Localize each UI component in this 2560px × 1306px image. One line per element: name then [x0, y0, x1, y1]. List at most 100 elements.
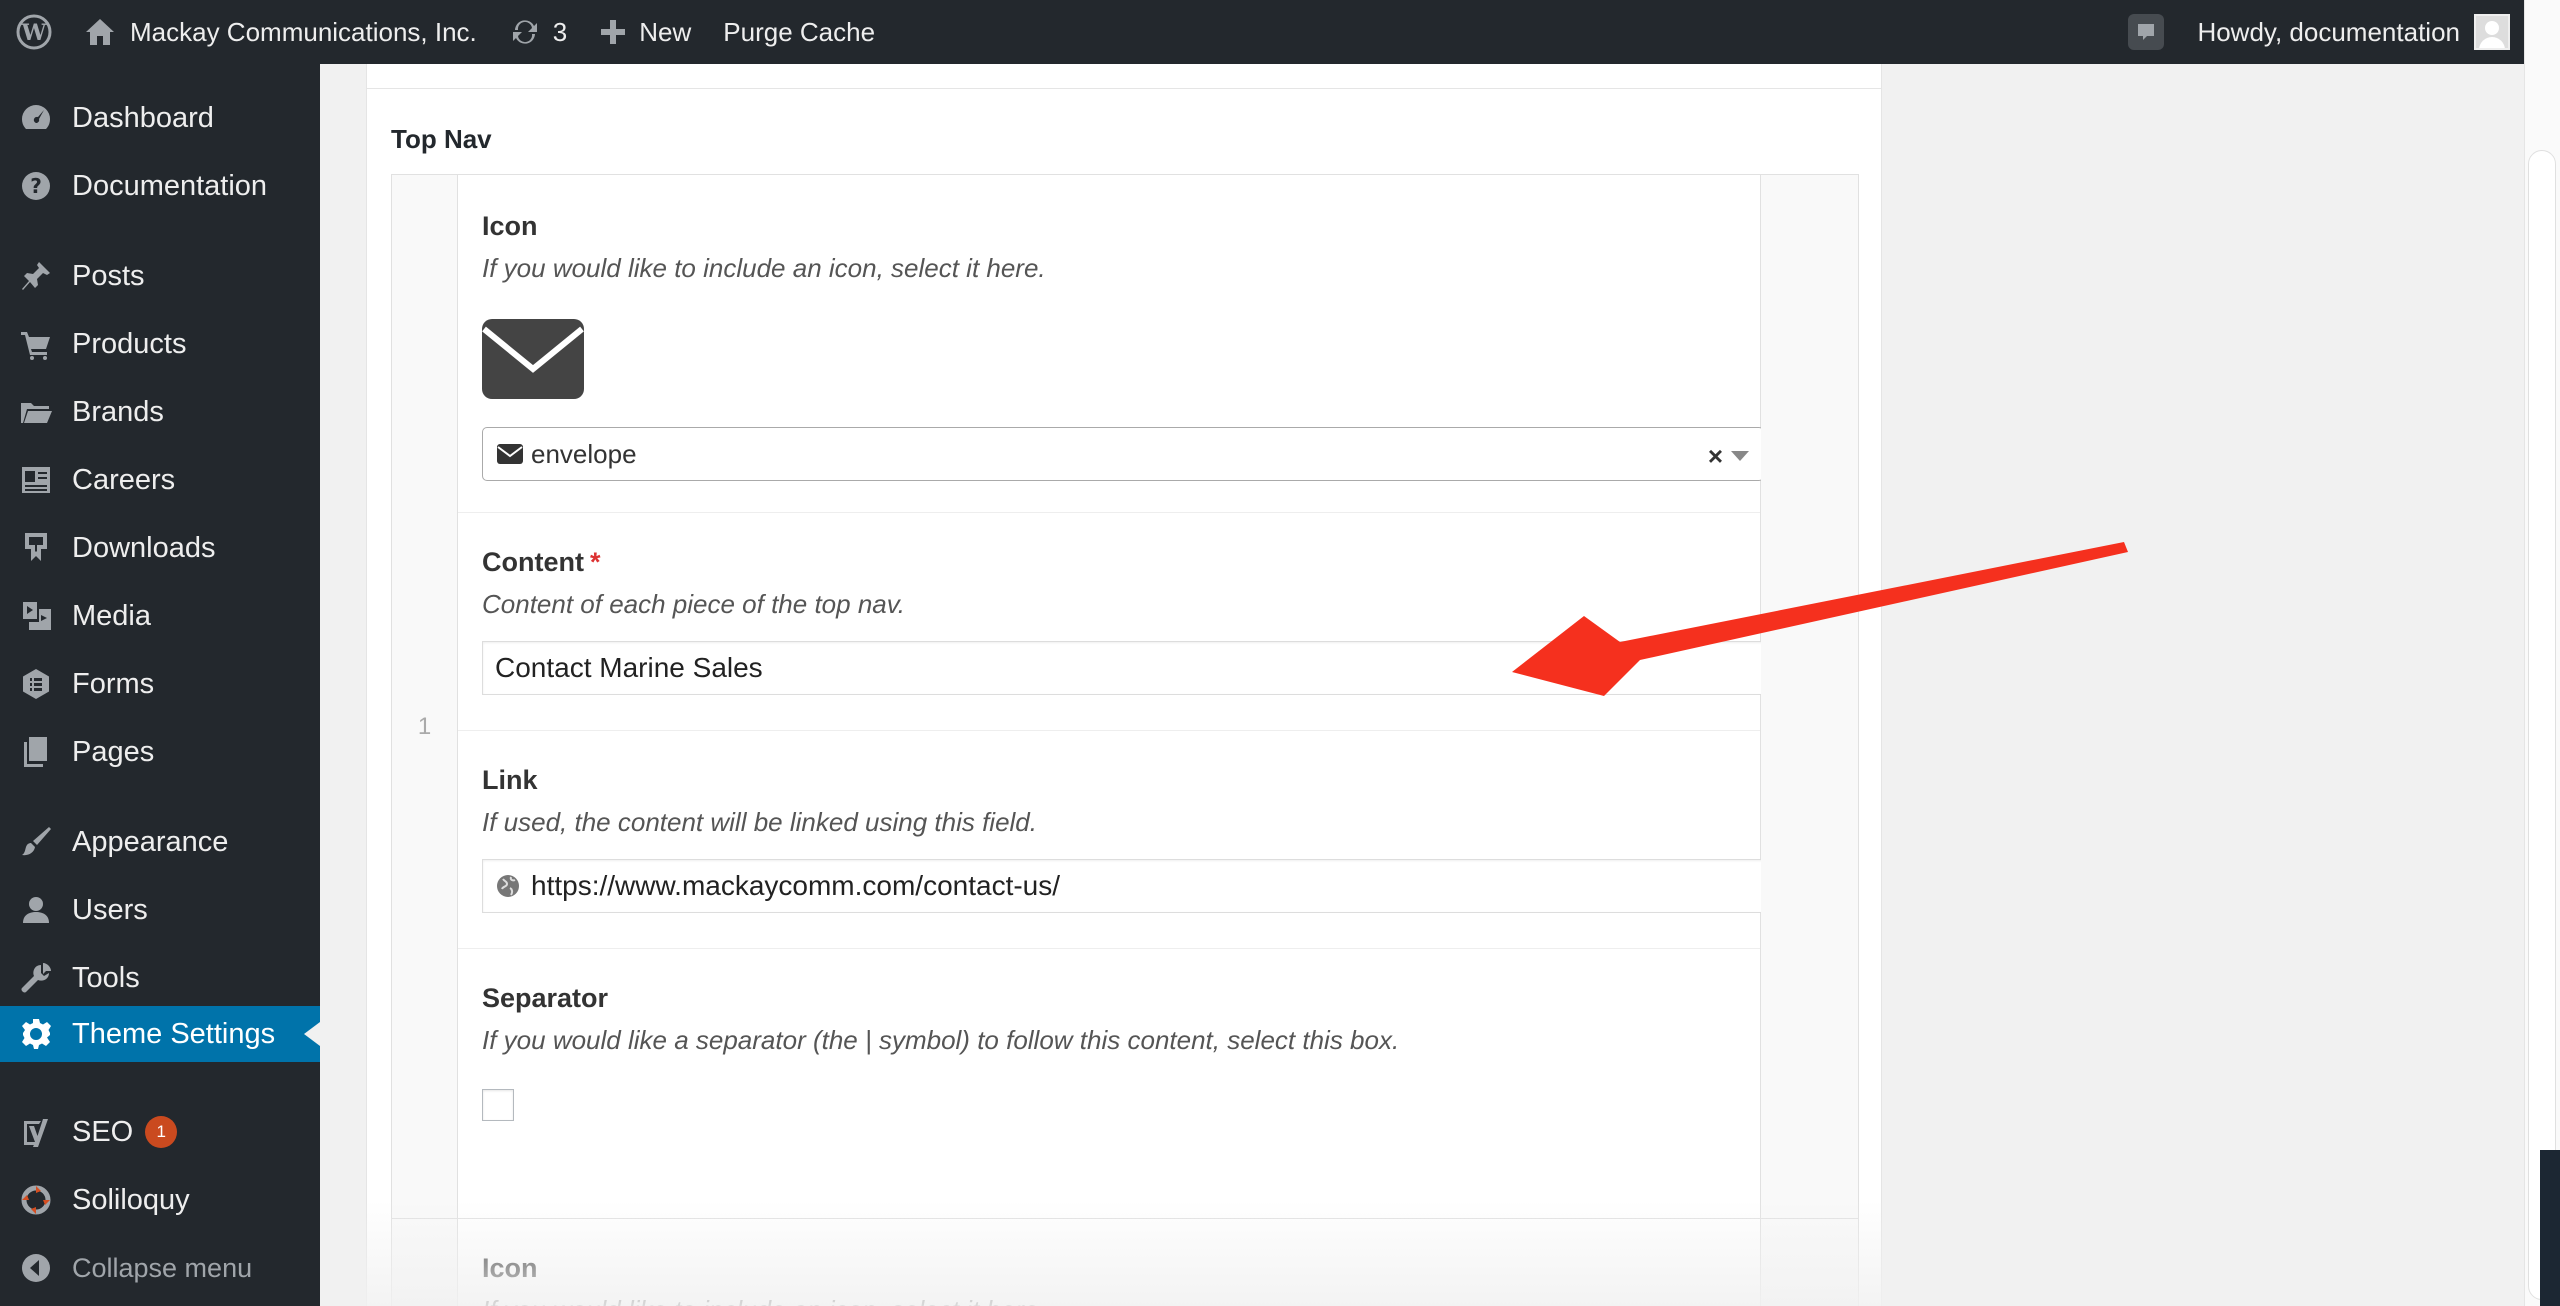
sidebar-item-forms[interactable]: Forms [0, 656, 320, 712]
sidebar-item-label: Careers [72, 463, 176, 496]
collapse-menu-button[interactable]: Collapse menu [0, 1240, 320, 1296]
theme-settings-panel: Top Nav 1 Icon If you would like to incl… [366, 64, 1882, 1306]
purge-cache-label: Purge Cache [723, 16, 876, 47]
purge-cache-link[interactable]: Purge Cache [707, 0, 891, 64]
separator-field-label: Separator [482, 983, 609, 1013]
row-number[interactable]: 1 [392, 713, 457, 741]
sidebar-item-documentation[interactable]: ? Documentation [0, 158, 320, 214]
divider [367, 88, 1881, 89]
sidebar-item-label: Posts [72, 259, 145, 292]
icon-field-label: Icon [482, 1253, 538, 1283]
soliloquy-icon [0, 1172, 72, 1228]
row-actions [1761, 1219, 1858, 1306]
content-input[interactable]: Contact Marine Sales [482, 641, 1764, 695]
new-content-link[interactable]: New [583, 0, 707, 64]
admin-sidebar: Dashboard ? Documentation Posts Products… [0, 64, 320, 1306]
row-actions [1761, 175, 1858, 1218]
icon-field-description: If you would like to include an icon, se… [482, 1295, 1046, 1306]
sidebar-item-products[interactable]: Products [0, 316, 320, 372]
content-input-value: Contact Marine Sales [495, 652, 763, 683]
download-icon [0, 520, 72, 576]
folder-icon [0, 384, 72, 440]
icon-field: Icon If you would like to include an ico… [458, 175, 1764, 513]
sidebar-item-label: Appearance [72, 825, 229, 858]
separator-checkbox[interactable] [482, 1089, 514, 1121]
icon-select[interactable]: envelope × [482, 427, 1764, 481]
repeater-row: Icon If you would like to include an ico… [457, 1219, 1761, 1306]
sidebar-item-label: Forms [72, 667, 155, 700]
sidebar-item-tools[interactable]: Tools [0, 950, 320, 1006]
sidebar-item-seo[interactable]: SEO 1 [0, 1104, 320, 1160]
separator-field-description: If you would like a separator (the | sym… [482, 1025, 1400, 1055]
sidebar-item-label: Tools [72, 961, 140, 994]
globe-icon [495, 873, 521, 899]
my-account-link[interactable]: Howdy, documentation [2181, 0, 2524, 64]
svg-text:W: W [21, 20, 47, 46]
sidebar-item-label: Collapse menu [72, 1252, 253, 1283]
cart-icon [0, 316, 72, 372]
yoast-icon [0, 1104, 72, 1160]
content-label-text: Content [482, 547, 584, 577]
repeater-row: Icon If you would like to include an ico… [457, 175, 1764, 1218]
pages-icon [0, 724, 72, 780]
home-icon [84, 17, 116, 47]
envelope-preview-icon [482, 319, 584, 399]
link-input[interactable]: https://www.mackaycomm.com/contact-us/ [482, 859, 1764, 913]
sidebar-item-label: Soliloquy [72, 1183, 190, 1216]
top-nav-repeater: 1 Icon If you would like to include an i… [391, 174, 1859, 1306]
sidebar-item-label: Theme Settings [72, 1017, 276, 1050]
sidebar-item-label: Brands [72, 395, 164, 428]
link-input-value: https://www.mackaycomm.com/contact-us/ [531, 870, 1061, 901]
media-icon [0, 588, 72, 644]
new-label: New [639, 16, 692, 47]
updates-count: 3 [552, 16, 568, 47]
sidebar-item-label: Pages [72, 735, 155, 768]
gear-icon [0, 1006, 72, 1062]
sidebar-item-soliloquy[interactable]: Soliloquy [0, 1172, 320, 1228]
sidebar-item-label: Dashboard [72, 101, 214, 134]
section-title: Top Nav [391, 124, 492, 154]
plus-icon [599, 18, 627, 46]
sidebar-item-careers[interactable]: Careers [0, 452, 320, 508]
id-card-icon [0, 452, 72, 508]
content-field-description: Content of each piece of the top nav. [482, 589, 906, 619]
sidebar-item-label: Users [72, 893, 148, 926]
users-icon [0, 882, 72, 938]
sidebar-item-downloads[interactable]: Downloads [0, 520, 320, 576]
sidebar-item-dashboard[interactable]: Dashboard [0, 90, 320, 146]
howdy-text: Howdy, documentation [2197, 16, 2460, 47]
sidebar-item-label: Products [72, 327, 187, 360]
clear-selection-icon[interactable]: × [1708, 441, 1723, 472]
content-field-label: Content * [482, 547, 601, 578]
sidebar-item-media[interactable]: Media [0, 588, 320, 644]
notification-badge: 1 [145, 1116, 178, 1148]
updates-link[interactable]: 3 [493, 0, 583, 64]
sidebar-item-label: SEO [72, 1115, 134, 1148]
sidebar-item-brands[interactable]: Brands [0, 384, 320, 440]
sidebar-item-users[interactable]: Users [0, 882, 320, 938]
envelope-icon [497, 444, 523, 464]
icon-field-label: Icon [482, 211, 538, 241]
content-field: Content * Content of each piece of the to… [458, 513, 1764, 731]
pin-icon [0, 248, 72, 304]
brush-icon [0, 814, 72, 870]
sidebar-item-theme-settings[interactable]: Theme Settings [0, 1006, 320, 1062]
sidebar-item-label: Media [72, 599, 151, 632]
background-window-edge [2540, 1150, 2560, 1306]
link-field-label: Link [482, 765, 538, 795]
link-field: Link If used, the content will be linked… [458, 731, 1764, 949]
admin-bar: W Mackay Communications, Inc. 3 New Purg… [0, 0, 2524, 64]
notification-icon[interactable] [2111, 0, 2181, 64]
site-name: Mackay Communications, Inc. [130, 16, 477, 47]
scrollbar-thumb[interactable] [2528, 150, 2556, 1300]
chevron-down-icon[interactable] [1731, 451, 1749, 461]
sidebar-item-appearance[interactable]: Appearance [0, 814, 320, 870]
wordpress-logo-icon[interactable]: W [0, 0, 68, 64]
sidebar-item-pages[interactable]: Pages [0, 724, 320, 780]
icon-field-description: If you would like to include an icon, se… [482, 253, 1046, 283]
link-field-description: If used, the content will be linked usin… [482, 807, 1037, 837]
content-right-area [1882, 64, 2524, 1306]
required-mark: * [589, 547, 601, 577]
sidebar-item-posts[interactable]: Posts [0, 248, 320, 304]
site-name-link[interactable]: Mackay Communications, Inc. [68, 0, 493, 64]
